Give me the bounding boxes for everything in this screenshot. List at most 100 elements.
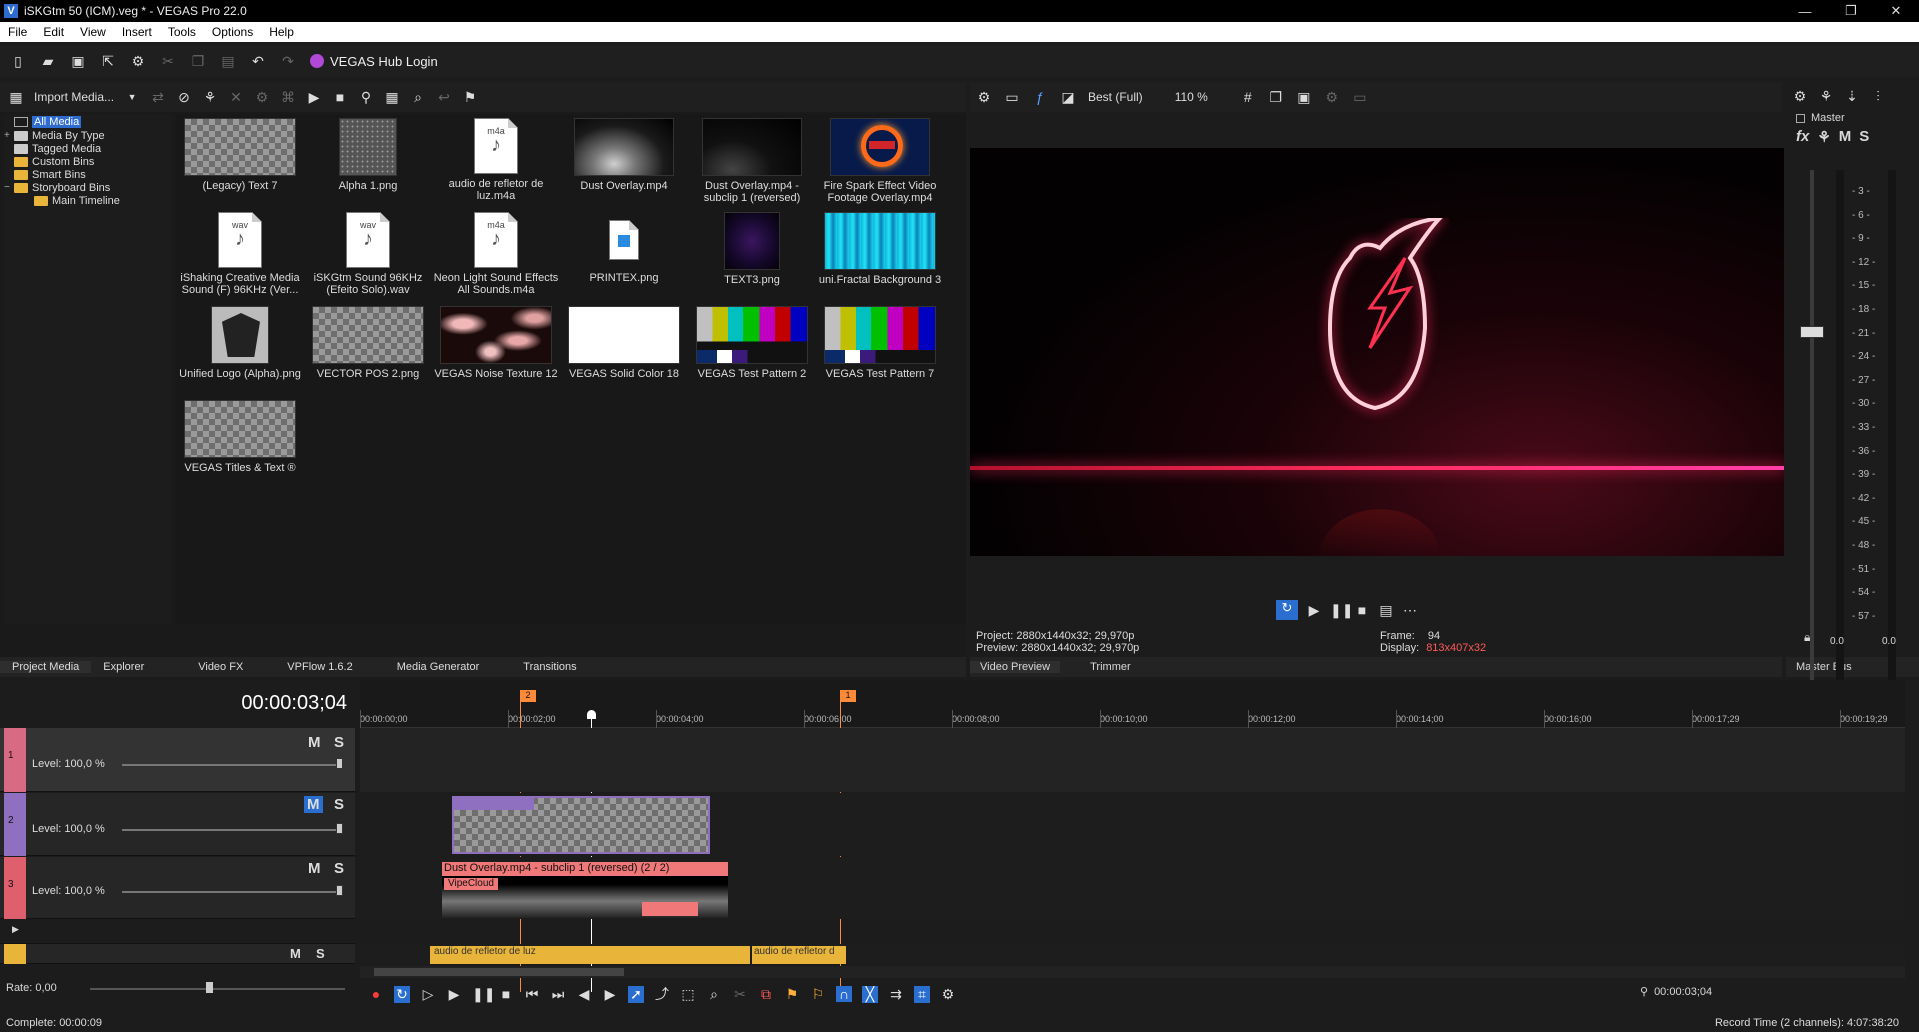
tree-node-all-media[interactable]: All Media: [14, 114, 82, 129]
adjust-size-icon[interactable]: ⚙: [1324, 89, 1340, 106]
media-item[interactable]: Unified Logo (Alpha).png: [176, 306, 304, 398]
menu-help[interactable]: Help: [261, 25, 302, 39]
delete-icon[interactable]: ✕: [228, 89, 244, 106]
undo-icon[interactable]: ↶: [250, 53, 266, 70]
master-solo-button[interactable]: S: [1859, 128, 1869, 146]
next-frame-icon[interactable]: ▶: [602, 986, 618, 1003]
dim-output-icon[interactable]: ⫶: [1870, 88, 1886, 105]
loop-icon[interactable]: ↩: [436, 89, 452, 106]
marker-2[interactable]: 2: [520, 690, 536, 702]
media-item[interactable]: Alpha 1.png: [304, 118, 432, 210]
media-item[interactable]: VECTOR POS 2.png: [304, 306, 432, 398]
redo-icon[interactable]: ↷: [280, 53, 296, 70]
open-folder-icon[interactable]: ▰: [40, 53, 56, 70]
master-fx-chain-icon[interactable]: ⚘: [1818, 88, 1834, 105]
mute-button-active[interactable]: M: [304, 796, 323, 813]
media-item[interactable]: wav ♪ iSKGtm Sound 96KHz (Efeito Solo).wa…: [304, 212, 432, 304]
copy-icon[interactable]: ❐: [190, 53, 206, 70]
tab-master-bus[interactable]: Master Bus: [1786, 661, 1862, 673]
master-fx-button[interactable]: fx: [1796, 128, 1809, 146]
media-item[interactable]: VEGAS Noise Texture 12: [432, 306, 560, 398]
downmix-icon[interactable]: ⇣: [1844, 88, 1860, 105]
media-item[interactable]: uni.Fractal Background 3: [816, 212, 944, 304]
split-icon[interactable]: ⧉: [758, 986, 774, 1003]
media-item[interactable]: Dust Overlay.mp4: [560, 118, 688, 210]
preview-properties-gear-icon[interactable]: ⚙: [976, 89, 992, 106]
menu-view[interactable]: View: [72, 25, 114, 39]
new-project-icon[interactable]: ▯: [10, 53, 26, 70]
rate-slider[interactable]: [90, 988, 345, 990]
track-header-4[interactable]: ▶: [0, 920, 355, 944]
views-icon[interactable]: ▦: [384, 89, 400, 106]
menu-edit[interactable]: Edit: [35, 25, 72, 39]
media-item[interactable]: m4a ♪ Neon Light Sound Effects All Sounds…: [432, 212, 560, 304]
tab-video-fx[interactable]: Video FX: [186, 661, 255, 673]
auto-crossfade-icon[interactable]: ╳: [862, 985, 878, 1003]
tab-transitions[interactable]: Transitions: [511, 661, 588, 673]
close-button[interactable]: ✕: [1873, 0, 1919, 22]
level-slider[interactable]: [122, 764, 340, 766]
minimize-button[interactable]: —: [1782, 0, 1828, 22]
mute-button[interactable]: M: [290, 946, 301, 961]
media-item[interactable]: m4a ♪ audio de refletor de luz.m4a: [432, 118, 560, 210]
remove-media-icon[interactable]: ⊘: [176, 89, 192, 106]
loop-playback-icon[interactable]: ↻: [1276, 600, 1298, 620]
search-icon[interactable]: ⌕: [410, 89, 426, 106]
more-icon[interactable]: ⋯: [1402, 602, 1418, 619]
play-icon[interactable]: ▶: [1306, 602, 1322, 619]
level-slider[interactable]: [122, 891, 340, 893]
expand-icon[interactable]: +: [4, 130, 14, 141]
trim-icon[interactable]: ✂: [732, 986, 748, 1003]
go-to-start-icon[interactable]: ⏮: [524, 986, 540, 1003]
record-icon[interactable]: ●: [368, 986, 384, 1002]
tags-icon[interactable]: ⌘: [280, 89, 296, 106]
play-media-icon[interactable]: ▶: [306, 89, 322, 106]
track-header-audio[interactable]: M S: [0, 944, 355, 964]
play-icon[interactable]: ▶: [446, 986, 462, 1003]
tab-media-generator[interactable]: Media Generator: [385, 661, 492, 673]
media-properties-icon[interactable]: ⚙: [254, 89, 270, 106]
audio-clip[interactable]: audio de refletor de luz: [430, 946, 750, 964]
tab-vpflow[interactable]: VPFlow 1.6.2: [275, 661, 364, 673]
tree-node-main-timeline[interactable]: Main Timeline: [34, 193, 120, 208]
lock-icon[interactable]: 🔒︎: [1804, 630, 1810, 645]
preview-extra-icon[interactable]: ▭: [1352, 89, 1368, 106]
timecode-display[interactable]: 00:00:03;04: [241, 692, 347, 715]
media-fx-icon[interactable]: ⚘: [202, 89, 218, 106]
track-header-3[interactable]: 3 M S Level: 100,0 %: [0, 857, 355, 919]
timeline-scrollbar[interactable]: [360, 966, 1905, 978]
envelope-tool-icon[interactable]: ⤴: [654, 984, 670, 1004]
previous-frame-icon[interactable]: ◀: [576, 986, 592, 1003]
selection-tool-icon[interactable]: ⬚: [680, 986, 696, 1003]
smart-split-icon[interactable]: ⚙: [940, 986, 956, 1003]
maximize-button[interactable]: ❐: [1828, 0, 1874, 22]
go-to-end-icon[interactable]: ⏭: [550, 986, 566, 1003]
ripple-icon[interactable]: ⇉: [888, 986, 904, 1003]
track-lane-1[interactable]: [360, 728, 1905, 792]
copy-snapshot-icon[interactable]: ❐: [1268, 89, 1284, 106]
render-icon[interactable]: ⇱: [100, 53, 116, 70]
rate-slider-knob[interactable]: [206, 982, 213, 993]
view-icon[interactable]: ▦: [8, 89, 24, 106]
media-item[interactable]: (Legacy) Text 7: [176, 118, 304, 210]
master-fader-knob[interactable]: [1800, 326, 1824, 338]
region-icon[interactable]: ⚐: [810, 986, 826, 1003]
media-item[interactable]: VEGAS Test Pattern 2: [688, 306, 816, 398]
menu-file[interactable]: File: [0, 25, 35, 39]
video-fx-icon[interactable]: ƒ: [1032, 89, 1048, 105]
marker-1[interactable]: 1: [840, 690, 856, 702]
expand-track-icon[interactable]: ▶: [12, 924, 19, 935]
audio-clip[interactable]: audio de refletor d: [752, 946, 846, 964]
lock-envelopes-icon[interactable]: ⌗: [914, 985, 930, 1003]
media-item[interactable]: VEGAS Test Pattern 7: [816, 306, 944, 398]
media-item[interactable]: VEGAS Titles & Text ®: [176, 400, 304, 492]
collapse-icon[interactable]: −: [4, 182, 14, 193]
pause-icon[interactable]: ❚❚: [472, 986, 495, 1003]
menu-options[interactable]: Options: [204, 25, 261, 39]
video-clip[interactable]: [452, 796, 710, 854]
capture-icon[interactable]: ⇄: [150, 89, 166, 106]
marker-icon[interactable]: ⚑: [784, 986, 800, 1003]
dust-overlay-clip[interactable]: Dust Overlay.mp4 - subclip 1 (reversed) …: [442, 862, 728, 918]
import-media-button[interactable]: Import Media...: [34, 90, 114, 104]
normal-edit-tool-icon[interactable]: ➚: [628, 985, 644, 1003]
